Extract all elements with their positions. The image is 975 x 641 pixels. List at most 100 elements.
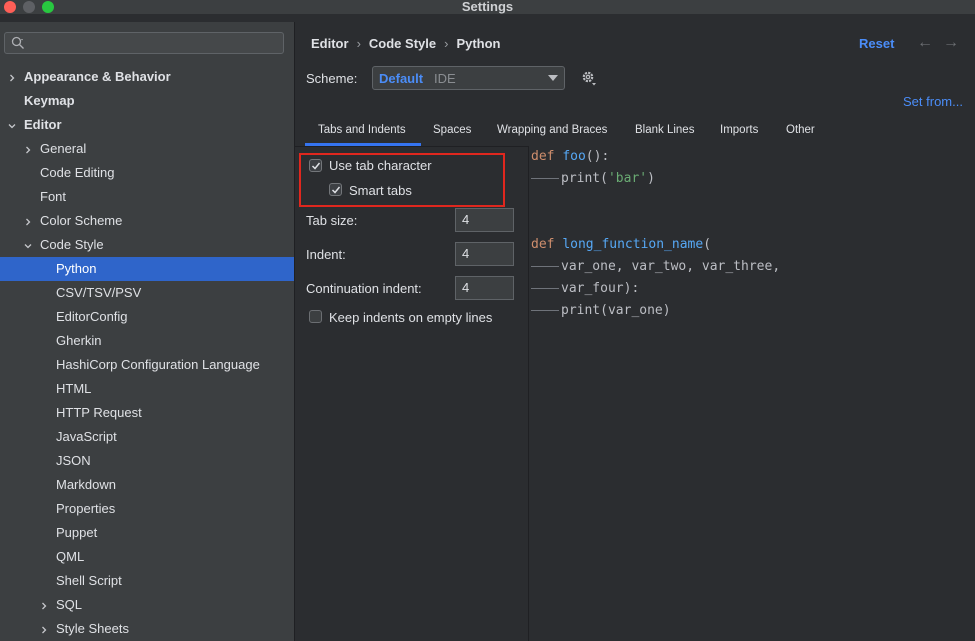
sidebar-item[interactable]: Font — [0, 185, 294, 209]
sidebar-item[interactable]: Code Editing — [0, 161, 294, 185]
scheme-dropdown[interactable]: Default IDE — [372, 66, 565, 90]
sidebar-item-label: HTTP Request — [56, 405, 142, 420]
sidebar-item-label: QML — [56, 549, 85, 564]
keep-indents-label: Keep indents on empty lines — [329, 310, 493, 325]
code-line: def foo(): — [531, 149, 610, 164]
keep-indents-checkbox[interactable] — [309, 310, 322, 323]
code-line: var_four): — [531, 281, 639, 296]
sidebar-item[interactable]: JSON — [0, 449, 294, 473]
search-icon — [11, 36, 24, 49]
scheme-value: Default — [379, 71, 424, 86]
smart-tabs-label: Smart tabs — [349, 183, 412, 198]
tab-imports[interactable]: Imports — [720, 124, 758, 136]
sidebar-item[interactable]: Color Scheme — [0, 209, 294, 233]
sidebar-item-label: Code Editing — [40, 165, 115, 180]
code-preview: def foo(): print('bar') def long_functio… — [529, 146, 975, 641]
chevron-right-icon[interactable] — [22, 209, 34, 233]
tab-wrapping-and-braces[interactable]: Wrapping and Braces — [497, 124, 607, 136]
sidebar-item[interactable]: Keymap — [0, 89, 294, 113]
breadcrumb-item: Code Style — [368, 36, 437, 51]
sidebar-item[interactable]: Code Style — [0, 233, 294, 257]
sidebar-item-label: Color Scheme — [40, 213, 123, 228]
breadcrumb: Editor › Code Style › Python — [311, 36, 501, 51]
chevron-down-icon[interactable] — [22, 233, 34, 257]
sidebar-item[interactable]: Puppet — [0, 521, 294, 545]
sidebar-item-label: Properties — [56, 501, 116, 516]
sidebar-item[interactable]: SQL — [0, 593, 294, 617]
smart-tabs-checkbox[interactable] — [329, 183, 342, 196]
indent-label: Indent: — [306, 247, 346, 262]
tab-size-label: Tab size: — [306, 213, 358, 228]
indent-field[interactable]: 4 — [455, 242, 514, 266]
sidebar-item[interactable]: Style Sheets — [0, 617, 294, 641]
set-from-link[interactable]: Set from... — [903, 94, 963, 109]
sidebar-item[interactable]: HTML — [0, 377, 294, 401]
continuation-indent-field[interactable]: 4 — [455, 276, 514, 300]
breadcrumb-separator: › — [356, 36, 361, 51]
sidebar-item[interactable]: QML — [0, 545, 294, 569]
sidebar-item[interactable]: CSV/TSV/PSV — [0, 281, 294, 305]
sidebar-item-label: Style Sheets — [56, 621, 129, 636]
sidebar-item-label: Editor — [24, 117, 62, 132]
sidebar-item-label: SQL — [56, 597, 83, 612]
code-line: print(var_one) — [531, 303, 671, 318]
tab-other[interactable]: Other — [786, 124, 815, 136]
settings-search-input[interactable] — [4, 32, 284, 54]
chevron-right-icon[interactable] — [38, 593, 50, 617]
sidebar-item-label: General — [40, 141, 87, 156]
use-tab-character-label: Use tab character — [329, 158, 432, 173]
use-tab-character-checkbox[interactable] — [309, 159, 322, 172]
gear-icon[interactable] — [581, 70, 597, 86]
code-line: var_one, var_two, var_three, — [531, 259, 780, 274]
sidebar-item-label: Shell Script — [56, 573, 122, 588]
tab-bar: Tabs and Indents Spaces Wrapping and Bra… — [295, 118, 975, 147]
sidebar-item-label: Font — [40, 189, 67, 204]
checkmark-icon — [331, 186, 341, 194]
sidebar-item-label: EditorConfig — [56, 309, 128, 324]
tab-tabs-and-indents[interactable]: Tabs and Indents — [318, 124, 406, 136]
reset-link[interactable]: Reset — [859, 36, 894, 51]
scheme-tag: IDE — [434, 71, 456, 86]
tab-spaces[interactable]: Spaces — [433, 124, 471, 136]
sidebar-item[interactable]: JavaScript — [0, 425, 294, 449]
sidebar-item-label: HashiCorp Configuration Language — [56, 357, 260, 372]
code-line: print('bar') — [531, 171, 655, 186]
sidebar-item[interactable]: Gherkin — [0, 329, 294, 353]
sidebar-item[interactable]: EditorConfig — [0, 305, 294, 329]
breadcrumb-item: Python — [456, 36, 501, 51]
tab-blank-lines[interactable]: Blank Lines — [635, 124, 694, 136]
sidebar-item-label: Markdown — [56, 477, 116, 492]
sidebar-item-label: Appearance & Behavior — [24, 69, 171, 84]
sidebar-item[interactable]: Properties — [0, 497, 294, 521]
settings-content: Editor › Code Style › Python Reset ← → Schem… — [294, 22, 975, 641]
sidebar-item-label: Python — [56, 261, 97, 276]
sidebar-item-label: Gherkin — [56, 333, 102, 348]
sidebar-item[interactable]: Markdown — [0, 473, 294, 497]
tab-size-field[interactable]: 4 — [455, 208, 514, 232]
sidebar-item[interactable]: General — [0, 137, 294, 161]
sidebar-item-label: Keymap — [24, 93, 75, 108]
sidebar-item[interactable]: HashiCorp Configuration Language — [0, 353, 294, 377]
chevron-right-icon[interactable] — [22, 137, 34, 161]
sidebar-item[interactable]: Shell Script — [0, 569, 294, 593]
tabs-and-indents-form: Use tab character Smart tabs Tab size: 4… — [295, 146, 529, 641]
arrow-right-icon[interactable]: → — [943, 34, 959, 52]
sidebar-item-label: JavaScript — [56, 429, 117, 444]
sidebar-item[interactable]: HTTP Request — [0, 401, 294, 425]
chevron-right-icon[interactable] — [38, 617, 50, 641]
arrow-left-icon[interactable]: ← — [917, 34, 933, 52]
chevron-right-icon[interactable] — [6, 65, 18, 89]
code-line: def long_function_name( — [531, 237, 712, 252]
sidebar-item-label: Code Style — [40, 237, 104, 252]
sidebar-item[interactable]: Appearance & Behavior — [0, 65, 294, 89]
sidebar-item[interactable]: Python — [0, 257, 294, 281]
breadcrumb-separator: › — [444, 36, 449, 51]
breadcrumb-item: Editor — [311, 36, 349, 51]
settings-sidebar: Appearance & Behavior Keymap Editor General… — [0, 22, 294, 641]
window-title: Settings — [461, 0, 514, 14]
sidebar-item[interactable]: Editor — [0, 113, 294, 137]
sidebar-item-label: CSV/TSV/PSV — [56, 285, 142, 300]
chevron-down-icon — [548, 75, 558, 81]
chevron-down-icon[interactable] — [6, 113, 18, 137]
sidebar-item-label: Puppet — [56, 525, 98, 540]
